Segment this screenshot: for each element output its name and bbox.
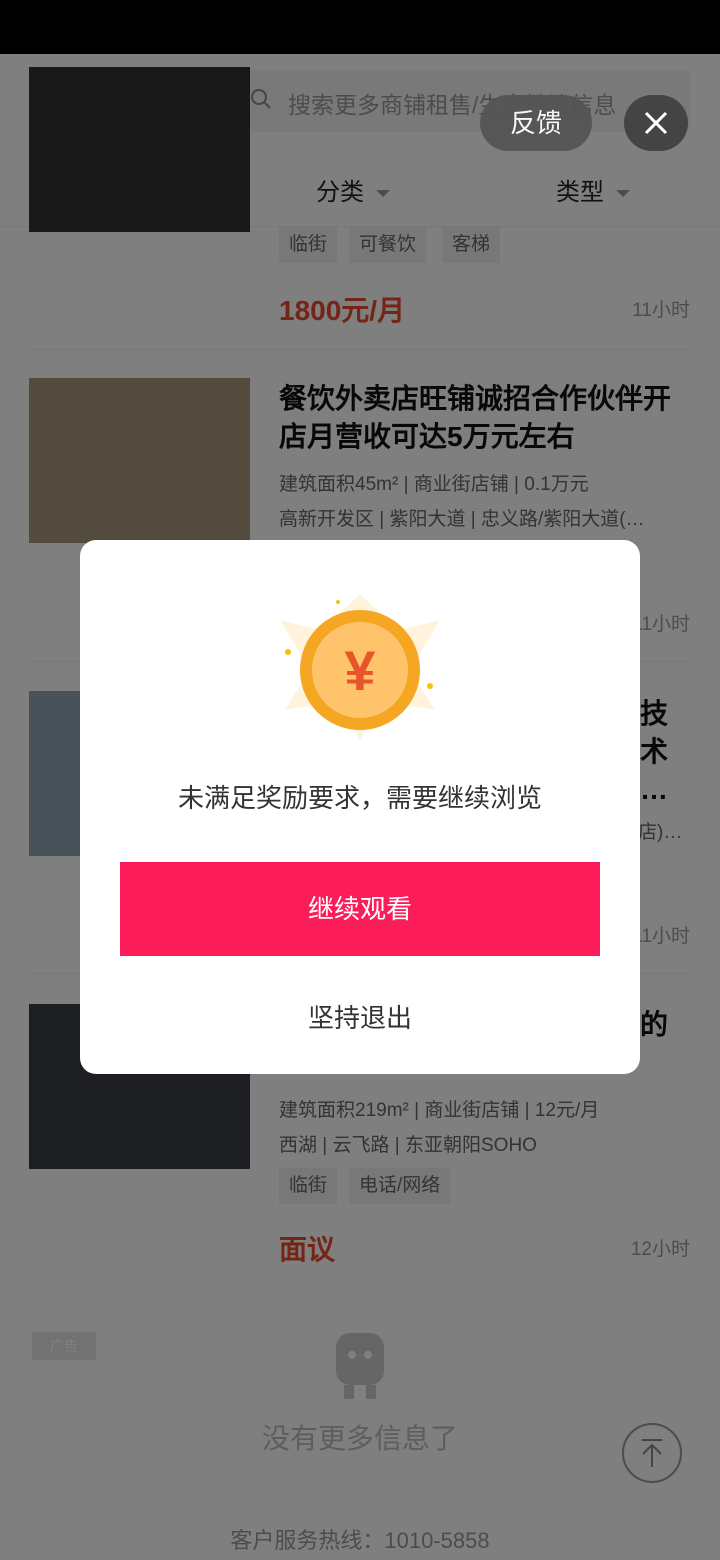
quit-button[interactable]: 坚持退出 xyxy=(80,998,640,1035)
coin-symbol: ¥ xyxy=(344,639,375,702)
status-bar xyxy=(0,0,720,54)
reward-dialog: ¥ 未满足奖励要求，需要继续浏览 继续观看 坚持退出 xyxy=(80,540,640,1074)
close-icon xyxy=(644,111,668,135)
coin-icon: ¥ xyxy=(280,595,440,740)
dialog-message: 未满足奖励要求，需要继续浏览 xyxy=(177,783,542,813)
close-button[interactable] xyxy=(624,95,688,151)
feedback-button[interactable]: 反馈 xyxy=(480,95,592,151)
continue-watching-button[interactable]: 继续观看 xyxy=(120,862,600,956)
